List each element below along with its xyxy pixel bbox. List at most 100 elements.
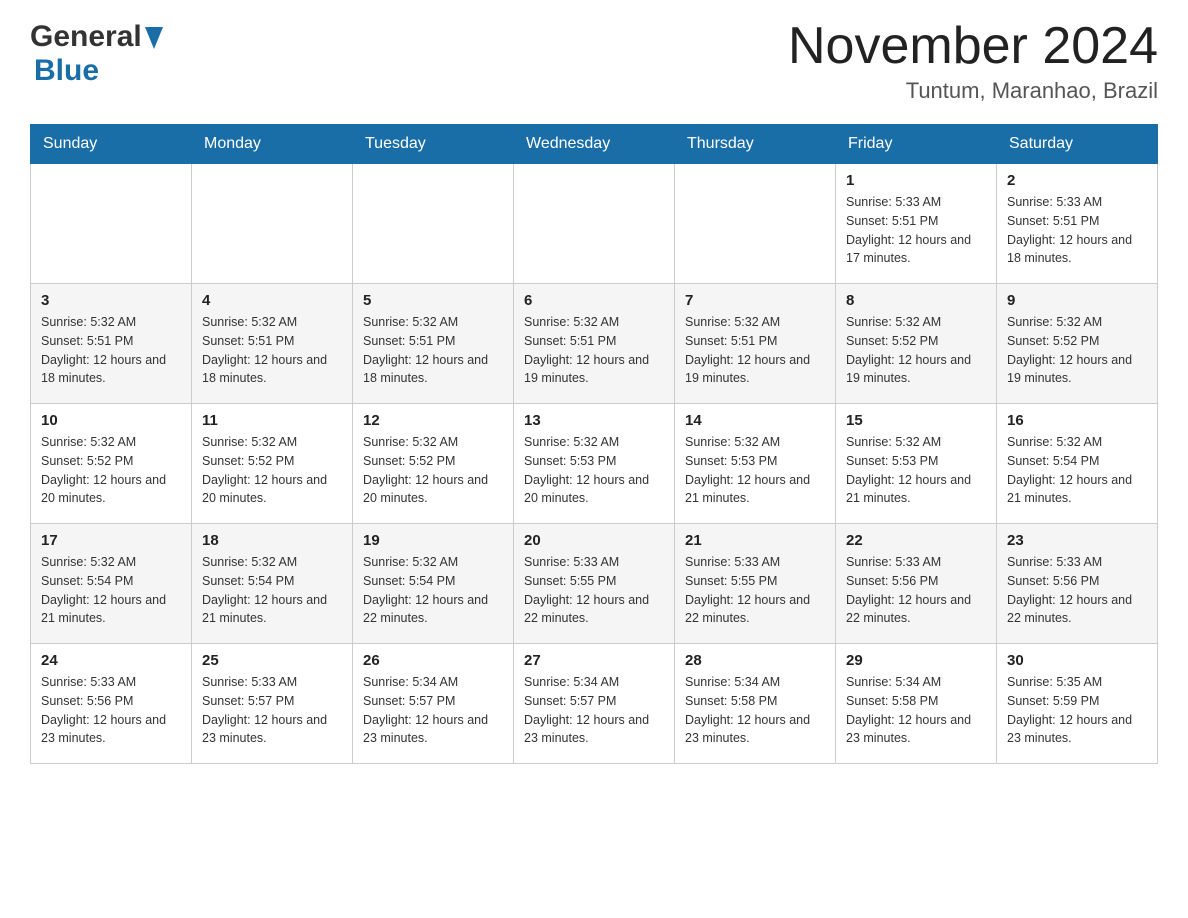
day-info: Sunrise: 5:34 AM Sunset: 5:58 PM Dayligh… <box>685 673 825 748</box>
day-info: Sunrise: 5:32 AM Sunset: 5:54 PM Dayligh… <box>41 553 181 628</box>
day-number: 10 <box>41 412 181 429</box>
calendar-week-row: 10 Sunrise: 5:32 AM Sunset: 5:52 PM Dayli… <box>31 404 1158 524</box>
day-number: 8 <box>846 292 986 309</box>
day-number: 13 <box>524 412 664 429</box>
day-info: Sunrise: 5:34 AM Sunset: 5:57 PM Dayligh… <box>524 673 664 748</box>
table-row: 9 Sunrise: 5:32 AM Sunset: 5:52 PM Daylig… <box>997 284 1158 404</box>
day-info: Sunrise: 5:32 AM Sunset: 5:52 PM Dayligh… <box>1007 313 1147 388</box>
day-number: 5 <box>363 292 503 309</box>
table-row: 22Sunrise: 5:33 AM Sunset: 5:56 PM Dayli… <box>836 524 997 644</box>
table-row: 23 Sunrise: 5:33 AM Sunset: 5:56 PM Dayli… <box>997 524 1158 644</box>
day-number: 30 <box>1007 652 1147 669</box>
table-row: 3 Sunrise: 5:32 AM Sunset: 5:51 PM Daylig… <box>31 284 192 404</box>
col-thursday: Thursday <box>675 125 836 164</box>
table-row: 19 Sunrise: 5:32 AM Sunset: 5:54 PM Dayli… <box>353 524 514 644</box>
table-row: 28 Sunrise: 5:34 AM Sunset: 5:58 PM Dayli… <box>675 644 836 764</box>
day-number: 7 <box>685 292 825 309</box>
day-info: Sunrise: 5:32 AM Sunset: 5:51 PM Dayligh… <box>202 313 342 388</box>
table-row: 30 Sunrise: 5:35 AM Sunset: 5:59 PM Dayli… <box>997 644 1158 764</box>
table-row: 25 Sunrise: 5:33 AM Sunset: 5:57 PM Dayli… <box>192 644 353 764</box>
day-number: 14 <box>685 412 825 429</box>
day-info: Sunrise: 5:32 AM Sunset: 5:53 PM Dayligh… <box>685 433 825 508</box>
day-info: Sunrise: 5:33 AM Sunset: 5:57 PM Dayligh… <box>202 673 342 748</box>
day-number: 11 <box>202 412 342 429</box>
col-sunday: Sunday <box>31 125 192 164</box>
day-info: Sunrise: 5:33 AM Sunset: 5:51 PM Dayligh… <box>1007 193 1147 268</box>
day-number: 16 <box>1007 412 1147 429</box>
day-info: Sunrise: 5:33 AM Sunset: 5:55 PM Dayligh… <box>524 553 664 628</box>
table-row: 21 Sunrise: 5:33 AM Sunset: 5:55 PM Dayli… <box>675 524 836 644</box>
day-info: Sunrise: 5:35 AM Sunset: 5:59 PM Dayligh… <box>1007 673 1147 748</box>
table-row: 5Sunrise: 5:32 AM Sunset: 5:51 PM Daylig… <box>353 284 514 404</box>
calendar-header-row: Sunday Monday Tuesday Wednesday Thursday… <box>31 125 1158 164</box>
calendar-week-row: 24Sunrise: 5:33 AM Sunset: 5:56 PM Dayli… <box>31 644 1158 764</box>
table-row <box>675 164 836 284</box>
col-tuesday: Tuesday <box>353 125 514 164</box>
day-number: 28 <box>685 652 825 669</box>
day-info: Sunrise: 5:33 AM Sunset: 5:56 PM Dayligh… <box>1007 553 1147 628</box>
calendar-week-row: 1Sunrise: 5:33 AM Sunset: 5:51 PM Daylig… <box>31 164 1158 284</box>
logo-arrow-icon <box>142 20 163 54</box>
day-number: 19 <box>363 532 503 549</box>
day-info: Sunrise: 5:32 AM Sunset: 5:52 PM Dayligh… <box>41 433 181 508</box>
table-row: 13 Sunrise: 5:32 AM Sunset: 5:53 PM Dayli… <box>514 404 675 524</box>
logo: General Blue <box>30 20 163 88</box>
day-number: 26 <box>363 652 503 669</box>
day-info: Sunrise: 5:32 AM Sunset: 5:54 PM Dayligh… <box>1007 433 1147 508</box>
table-row: 11 Sunrise: 5:32 AM Sunset: 5:52 PM Dayli… <box>192 404 353 524</box>
table-row <box>353 164 514 284</box>
calendar-week-row: 3 Sunrise: 5:32 AM Sunset: 5:51 PM Daylig… <box>31 284 1158 404</box>
col-monday: Monday <box>192 125 353 164</box>
day-info: Sunrise: 5:32 AM Sunset: 5:51 PM Dayligh… <box>524 313 664 388</box>
day-info: Sunrise: 5:32 AM Sunset: 5:53 PM Dayligh… <box>524 433 664 508</box>
table-row: 1Sunrise: 5:33 AM Sunset: 5:51 PM Daylig… <box>836 164 997 284</box>
table-row: 7 Sunrise: 5:32 AM Sunset: 5:51 PM Daylig… <box>675 284 836 404</box>
table-row: 17 Sunrise: 5:32 AM Sunset: 5:54 PM Dayli… <box>31 524 192 644</box>
day-info: Sunrise: 5:33 AM Sunset: 5:55 PM Dayligh… <box>685 553 825 628</box>
calendar-table: Sunday Monday Tuesday Wednesday Thursday… <box>30 124 1158 764</box>
day-info: Sunrise: 5:33 AM Sunset: 5:51 PM Dayligh… <box>846 193 986 268</box>
month-year-title: November 2024 <box>788 20 1158 72</box>
table-row: 14 Sunrise: 5:32 AM Sunset: 5:53 PM Dayli… <box>675 404 836 524</box>
day-info: Sunrise: 5:32 AM Sunset: 5:51 PM Dayligh… <box>41 313 181 388</box>
day-number: 2 <box>1007 172 1147 189</box>
table-row <box>192 164 353 284</box>
table-row: 20Sunrise: 5:33 AM Sunset: 5:55 PM Dayli… <box>514 524 675 644</box>
day-number: 29 <box>846 652 986 669</box>
calendar-week-row: 17 Sunrise: 5:32 AM Sunset: 5:54 PM Dayli… <box>31 524 1158 644</box>
day-number: 17 <box>41 532 181 549</box>
table-row: 8Sunrise: 5:32 AM Sunset: 5:52 PM Daylig… <box>836 284 997 404</box>
day-number: 22 <box>846 532 986 549</box>
day-number: 3 <box>41 292 181 309</box>
col-friday: Friday <box>836 125 997 164</box>
table-row: 27 Sunrise: 5:34 AM Sunset: 5:57 PM Dayli… <box>514 644 675 764</box>
day-number: 27 <box>524 652 664 669</box>
table-row <box>514 164 675 284</box>
table-row: 29Sunrise: 5:34 AM Sunset: 5:58 PM Dayli… <box>836 644 997 764</box>
table-row: 10 Sunrise: 5:32 AM Sunset: 5:52 PM Dayli… <box>31 404 192 524</box>
day-number: 21 <box>685 532 825 549</box>
day-number: 9 <box>1007 292 1147 309</box>
day-number: 18 <box>202 532 342 549</box>
page-header: General Blue November 2024 Tuntum, Maran… <box>30 20 1158 104</box>
logo-general-text: General <box>30 20 142 54</box>
day-info: Sunrise: 5:32 AM Sunset: 5:52 PM Dayligh… <box>202 433 342 508</box>
table-row: 16 Sunrise: 5:32 AM Sunset: 5:54 PM Dayli… <box>997 404 1158 524</box>
day-info: Sunrise: 5:32 AM Sunset: 5:51 PM Dayligh… <box>685 313 825 388</box>
table-row <box>31 164 192 284</box>
day-info: Sunrise: 5:33 AM Sunset: 5:56 PM Dayligh… <box>41 673 181 748</box>
day-number: 23 <box>1007 532 1147 549</box>
day-info: Sunrise: 5:32 AM Sunset: 5:54 PM Dayligh… <box>363 553 503 628</box>
table-row: 24Sunrise: 5:33 AM Sunset: 5:56 PM Dayli… <box>31 644 192 764</box>
day-number: 12 <box>363 412 503 429</box>
day-number: 25 <box>202 652 342 669</box>
location-subtitle: Tuntum, Maranhao, Brazil <box>788 78 1158 104</box>
logo-line1: General <box>30 20 163 54</box>
col-wednesday: Wednesday <box>514 125 675 164</box>
table-row: 4 Sunrise: 5:32 AM Sunset: 5:51 PM Daylig… <box>192 284 353 404</box>
col-saturday: Saturday <box>997 125 1158 164</box>
day-info: Sunrise: 5:32 AM Sunset: 5:53 PM Dayligh… <box>846 433 986 508</box>
table-row: 6Sunrise: 5:32 AM Sunset: 5:51 PM Daylig… <box>514 284 675 404</box>
day-number: 4 <box>202 292 342 309</box>
day-info: Sunrise: 5:32 AM Sunset: 5:52 PM Dayligh… <box>363 433 503 508</box>
